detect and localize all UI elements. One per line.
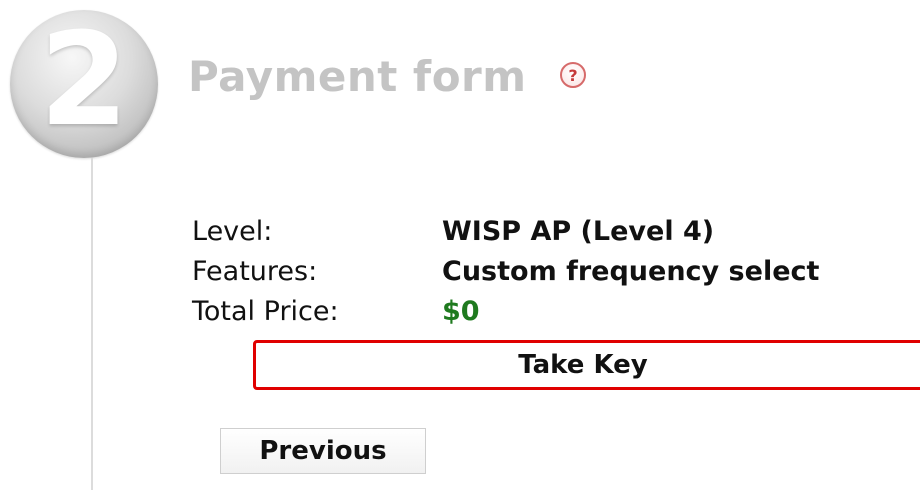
total-price-value: $0 (442, 296, 480, 327)
total-price-row: Total Price: $0 (192, 292, 819, 332)
take-key-button[interactable]: Take Key (253, 340, 920, 390)
features-label: Features: (192, 256, 318, 287)
page-title: Payment form (188, 52, 527, 101)
order-details: Level: WISP AP (Level 4) Features: Custo… (192, 212, 819, 332)
previous-button[interactable]: Previous (220, 428, 426, 474)
features-row: Features: Custom frequency select (192, 252, 819, 292)
level-label: Level: (192, 216, 273, 247)
step-number: 2 (39, 6, 129, 155)
payment-step-page: 2 Payment form ? Level: WISP AP (Level 4… (0, 0, 920, 490)
step-number-badge: 2 (10, 10, 158, 158)
features-value: Custom frequency select (442, 256, 820, 287)
question-circle-icon[interactable]: ? (560, 62, 586, 88)
level-value: WISP AP (Level 4) (442, 216, 715, 247)
step-timeline-line (91, 158, 93, 490)
level-row: Level: WISP AP (Level 4) (192, 212, 819, 252)
total-price-label: Total Price: (192, 296, 339, 327)
